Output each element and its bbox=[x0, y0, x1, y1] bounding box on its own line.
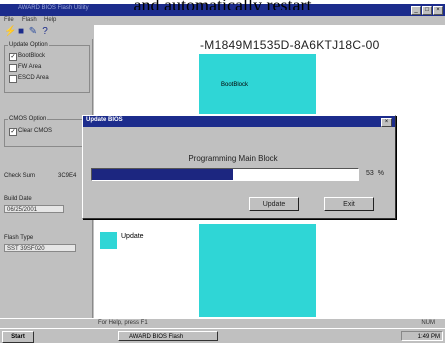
check-sum-label: Check Sum bbox=[4, 173, 36, 179]
caption-text: and automatically restart bbox=[133, 0, 312, 10]
toolbar: ⚡ ■ ✎ ? bbox=[0, 25, 95, 39]
fw-area-checkbox[interactable] bbox=[9, 64, 17, 72]
save-icon[interactable]: ■ bbox=[16, 27, 26, 37]
clear-cmos-label: Clear CMOS bbox=[18, 128, 53, 134]
progress-bar bbox=[91, 168, 359, 181]
update-legend-swatch bbox=[100, 232, 117, 249]
percent-sign: % bbox=[377, 170, 384, 177]
cmos-option-title: CMOS Option bbox=[8, 116, 48, 122]
help-icon[interactable]: ? bbox=[40, 27, 50, 37]
left-panel: Update Option ✓ BootBlock FW Area ESCD A… bbox=[0, 39, 93, 319]
status-help-text: For Help, press F1 bbox=[98, 320, 148, 326]
taskbar-app-button[interactable]: AWARD BIOS Flash bbox=[118, 331, 218, 341]
tool-icon[interactable]: ✎ bbox=[28, 27, 38, 37]
build-date-field: 06/25/2001 bbox=[4, 205, 64, 213]
progress-percent: 53 % bbox=[366, 170, 384, 177]
flash-type-field: SST 39SF020 bbox=[4, 244, 76, 252]
boot-block-region: BootBlock bbox=[199, 54, 316, 114]
dialog-close-icon[interactable]: × bbox=[381, 118, 392, 127]
app-window: AWARD BIOS Flash Utility _ □ × File Flas… bbox=[0, 4, 445, 343]
escd-area-label: ESCD Area bbox=[18, 75, 49, 81]
build-date-label: Build Date bbox=[4, 196, 32, 202]
taskbar: Start AWARD BIOS Flash 1:49 PM bbox=[0, 328, 445, 343]
update-option-title: Update Option bbox=[8, 42, 49, 48]
check-sum-value: 3C9E4 bbox=[58, 173, 77, 179]
model-string: -M1849M1535D-8A6KTJ18C-00 bbox=[200, 38, 380, 52]
progress-message: Programming Main Block bbox=[188, 154, 278, 163]
flash-type-label: Flash Type bbox=[4, 235, 34, 241]
escd-area-checkbox[interactable] bbox=[9, 75, 17, 83]
system-clock: 1:49 PM bbox=[401, 331, 443, 341]
bootblock-label: BootBlock bbox=[18, 53, 46, 59]
bootblock-checkbox[interactable]: ✓ bbox=[9, 53, 17, 61]
clear-cmos-checkbox[interactable]: ✓ bbox=[9, 128, 17, 136]
menu-help[interactable]: Help bbox=[44, 17, 56, 23]
progress-fill bbox=[92, 169, 233, 180]
flash-icon[interactable]: ⚡ bbox=[4, 27, 16, 37]
num-indicator: NUM bbox=[421, 320, 435, 326]
update-button[interactable]: Update bbox=[249, 197, 299, 211]
menu-bar: File Flash Help bbox=[0, 16, 445, 25]
start-button[interactable]: Start bbox=[2, 331, 34, 343]
update-bios-dialog: Update BIOS × Programming Main Block 53 … bbox=[82, 115, 396, 219]
dialog-title: Update BIOS bbox=[86, 117, 123, 123]
update-legend-label: Update bbox=[121, 233, 144, 240]
percent-value: 53 bbox=[366, 170, 374, 177]
menu-flash[interactable]: Flash bbox=[22, 17, 37, 23]
main-block-region bbox=[199, 224, 316, 317]
fw-area-label: FW Area bbox=[18, 64, 42, 70]
boot-block-label: BootBlock bbox=[221, 82, 249, 88]
dialog-title-bar: Update BIOS × bbox=[83, 116, 395, 127]
menu-file[interactable]: File bbox=[4, 17, 14, 23]
exit-button[interactable]: Exit bbox=[324, 197, 374, 211]
